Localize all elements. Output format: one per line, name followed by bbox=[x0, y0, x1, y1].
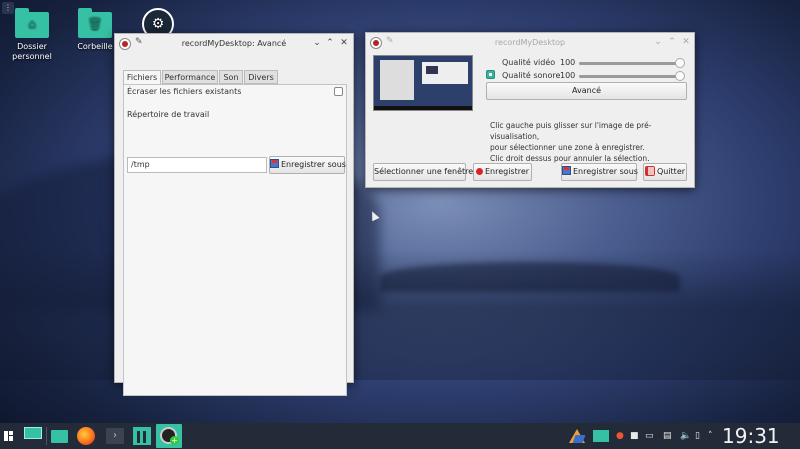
overwrite-label: Écraser les fichiers existants bbox=[127, 87, 242, 96]
clock[interactable]: 19:31 bbox=[722, 424, 780, 448]
record-button[interactable]: Enregistrer bbox=[473, 163, 532, 181]
desktop-icon-home[interactable]: ⌂ Dossier personnel bbox=[2, 8, 62, 62]
tray-expand-icon[interactable]: ˄ bbox=[708, 431, 713, 441]
tab-performance[interactable]: Performance bbox=[162, 70, 218, 84]
tab-fichiers[interactable]: Fichiers bbox=[123, 70, 161, 85]
advanced-titlebar[interactable]: ✎ recordMyDesktop: Avancé ⌄ ⌃ ✕ bbox=[115, 34, 353, 54]
tray-record-icon[interactable]: ● bbox=[616, 431, 624, 441]
main-window: ✎ recordMyDesktop ⌄ ⌃ ✕ Qualité vidéo 10… bbox=[365, 32, 695, 188]
video-quality-value: 100 bbox=[560, 58, 576, 67]
slider-handle[interactable] bbox=[675, 58, 685, 68]
taskbar-recordmydesktop[interactable]: + bbox=[156, 424, 182, 448]
save-as-label: Enregistrer sous bbox=[573, 167, 638, 176]
minimize-icon[interactable]: ⌄ bbox=[653, 37, 663, 47]
tray-app-icon[interactable] bbox=[568, 426, 586, 446]
quit-label: Quitter bbox=[656, 167, 686, 176]
software-manager-icon[interactable] bbox=[132, 426, 152, 446]
save-icon bbox=[270, 159, 279, 168]
sound-quality-slider[interactable] bbox=[579, 71, 685, 81]
sound-quality-value: 100 bbox=[560, 71, 576, 80]
video-quality-label: Qualité vidéo bbox=[502, 58, 556, 67]
maximize-icon[interactable]: ⌃ bbox=[325, 38, 335, 48]
sound-quality-label: Qualité sonore bbox=[502, 71, 561, 80]
terminal-icon[interactable]: › bbox=[105, 426, 125, 446]
workdir-save-as-button[interactable]: Enregistrer sous bbox=[269, 156, 346, 174]
video-quality-slider[interactable] bbox=[579, 58, 685, 68]
window-title: recordMyDesktop bbox=[494, 38, 566, 47]
preview-thumbnail[interactable] bbox=[373, 55, 473, 111]
slider-handle[interactable] bbox=[675, 71, 685, 81]
tab-son[interactable]: Son bbox=[219, 70, 243, 84]
tray-stop-icon[interactable]: ■ bbox=[630, 431, 639, 441]
tray-volume-icon[interactable]: 🔈 bbox=[680, 431, 691, 441]
workdir-label: Répertoire de travail bbox=[127, 110, 210, 119]
tray-screen-icon[interactable]: ▭ bbox=[645, 431, 654, 441]
record-label: Enregistrer bbox=[484, 167, 530, 176]
home-folder-icon: ⌂ bbox=[15, 8, 49, 38]
save-icon bbox=[562, 166, 571, 175]
save-as-label: Enregistrer sous bbox=[281, 160, 346, 169]
minimize-icon[interactable]: ⌄ bbox=[312, 38, 322, 48]
quit-button[interactable]: Quitter bbox=[643, 163, 687, 181]
tab-panel-fichiers: Écraser les fichiers existants Répertoir… bbox=[123, 84, 347, 396]
show-desktop-icon[interactable] bbox=[22, 426, 44, 446]
advanced-window: ✎ recordMyDesktop: Avancé ⌄ ⌃ ✕ Fichiers… bbox=[114, 33, 354, 396]
info-text: Clic gauche puis glisser sur l'image de … bbox=[490, 120, 694, 164]
tray-notes-icon[interactable]: ▤ bbox=[663, 431, 672, 441]
maximize-icon[interactable]: ⌃ bbox=[667, 37, 677, 47]
workdir-input[interactable]: /tmp bbox=[127, 157, 267, 173]
sound-checkbox[interactable] bbox=[486, 70, 495, 79]
background-treeline bbox=[380, 262, 680, 292]
main-titlebar[interactable]: ✎ recordMyDesktop ⌄ ⌃ ✕ bbox=[366, 33, 694, 53]
tray-clipboard-icon[interactable]: ▯ bbox=[695, 431, 700, 441]
tab-divers[interactable]: Divers bbox=[244, 70, 278, 84]
save-as-button[interactable]: Enregistrer sous bbox=[561, 163, 638, 181]
info-line: Clic gauche puis glisser sur l'image de … bbox=[490, 121, 652, 141]
quit-icon bbox=[644, 166, 655, 176]
advanced-button[interactable]: Avancé bbox=[486, 82, 687, 100]
close-icon[interactable]: ✕ bbox=[681, 37, 691, 47]
taskbar: › + ● ■ ▭ ▤ 🔈 ▯ ˄ 19:31 bbox=[0, 423, 800, 449]
file-manager-icon[interactable] bbox=[49, 426, 69, 446]
trash-folder-icon: 🗑 bbox=[78, 8, 112, 38]
close-icon[interactable]: ✕ bbox=[339, 38, 349, 48]
record-icon bbox=[475, 168, 483, 175]
desktop-icon-label: Dossier personnel bbox=[12, 42, 52, 61]
overwrite-checkbox[interactable] bbox=[334, 87, 343, 96]
firefox-icon[interactable] bbox=[76, 426, 96, 446]
tray-folder-icon[interactable] bbox=[592, 426, 610, 446]
application-menu-icon[interactable] bbox=[4, 426, 18, 446]
info-line: pour sélectionner une zone à enregistrer… bbox=[490, 143, 645, 152]
select-window-button[interactable]: Sélectionner une fenêtre bbox=[373, 163, 473, 181]
